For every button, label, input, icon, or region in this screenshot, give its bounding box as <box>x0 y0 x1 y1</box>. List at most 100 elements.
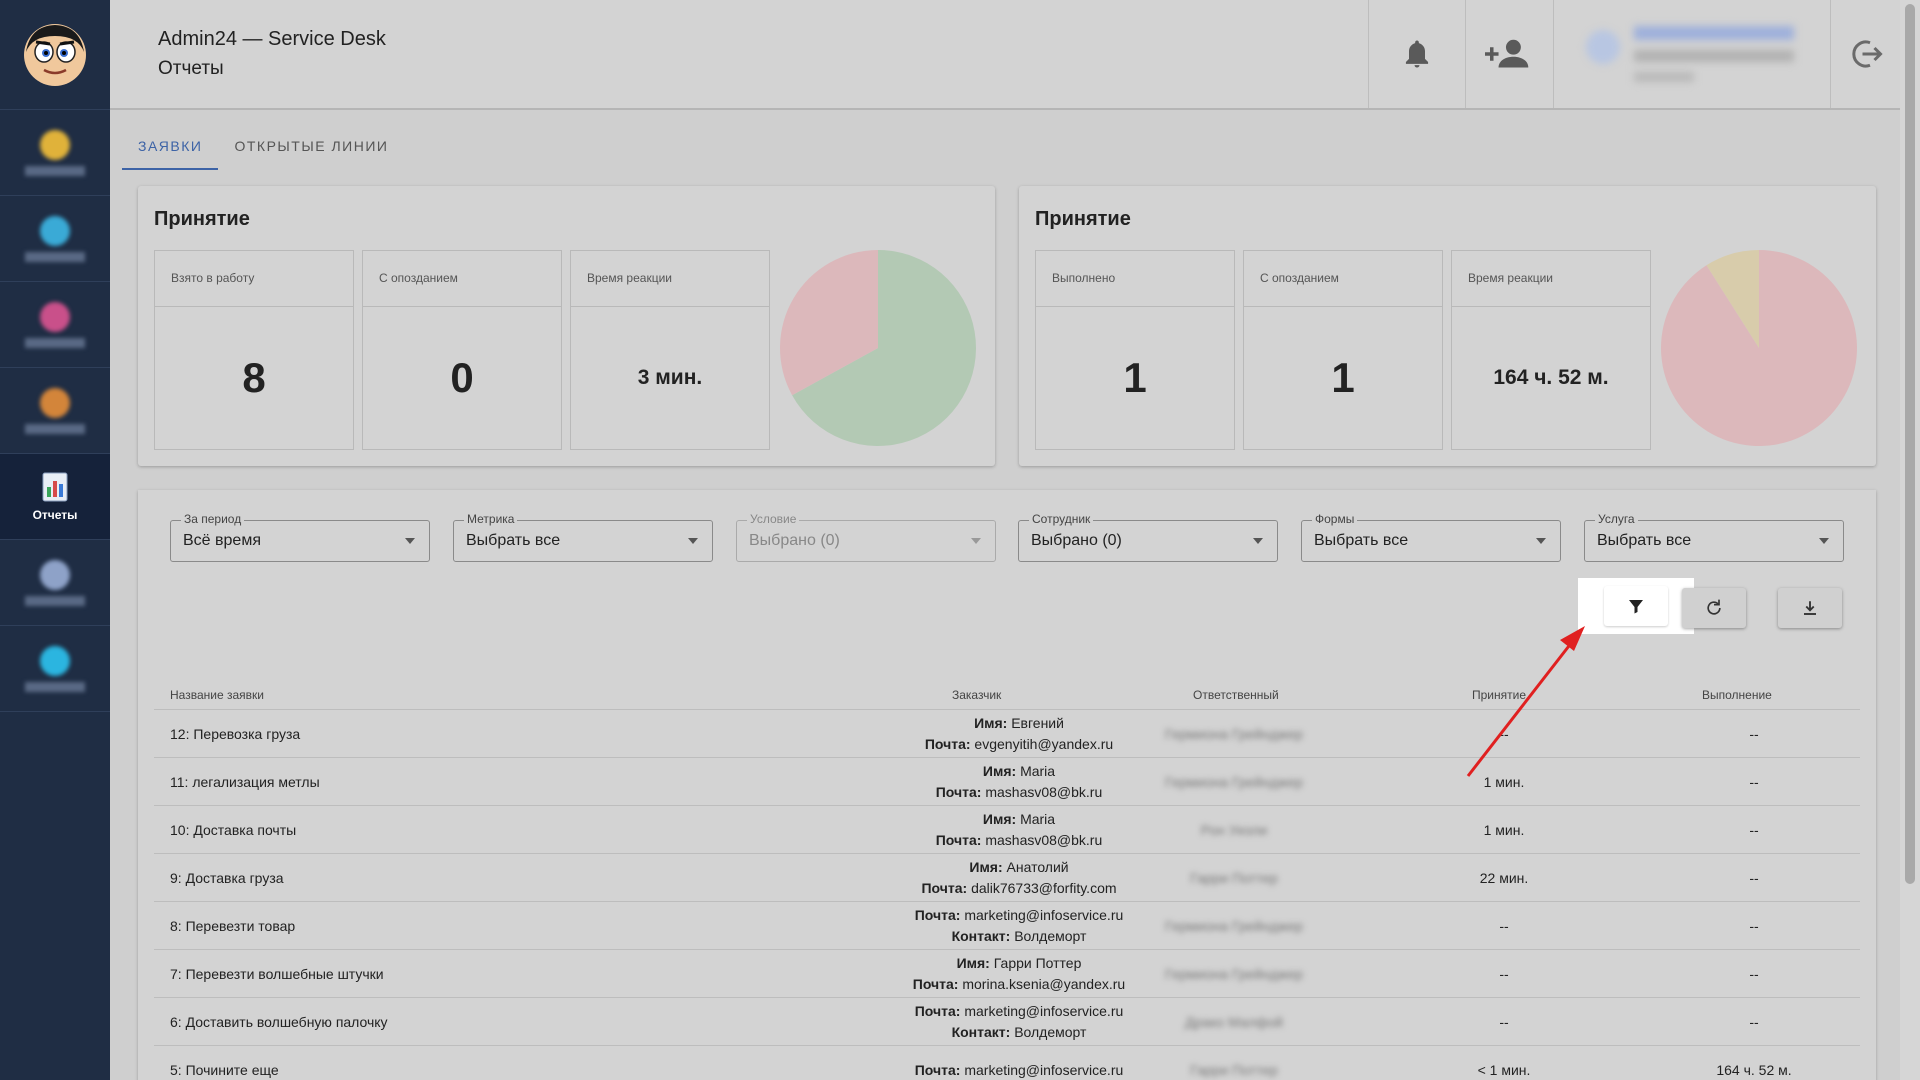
period-label: За период <box>181 512 245 526</box>
customer-value: marketing@infoservice.ru <box>964 1003 1124 1019</box>
request-name[interactable]: 9: Доставка груза <box>170 854 284 902</box>
request-name[interactable]: 6: Доставить волшебную палочку <box>170 998 388 1046</box>
customer-key: Почта: <box>935 832 982 848</box>
sidebar-item-4[interactable] <box>0 368 110 454</box>
request-name[interactable]: 7: Перевезти волшебные штучки <box>170 950 384 998</box>
stat-label: Время реакции <box>1452 251 1650 307</box>
filter-button[interactable] <box>1604 586 1668 626</box>
table-row[interactable]: 6: Доставить волшебную палочку Почта: mar… <box>154 998 1860 1046</box>
download-icon <box>1804 601 1816 615</box>
customer-value: mashasv08@bk.ru <box>985 832 1103 848</box>
request-name[interactable]: 8: Перевезти товар <box>170 902 295 950</box>
sidebar-item-1[interactable] <box>0 110 110 196</box>
customer-line-1: Почта: marketing@infoservice.ru <box>915 1001 1124 1022</box>
customer-line-1: Почта: marketing@infoservice.ru <box>915 1060 1124 1080</box>
refresh-button[interactable] <box>1682 588 1746 628</box>
done-time: -- <box>1749 870 1759 886</box>
sidebar-item-7[interactable] <box>0 626 110 712</box>
col-customer[interactable]: Заказчик <box>952 688 1001 702</box>
request-name[interactable]: 10: Доставка почты <box>170 806 296 854</box>
top-header: Admin24 — Service Desk Отчеты <box>110 0 1900 110</box>
scrollbar-thumb[interactable] <box>1905 4 1915 884</box>
pie-chart <box>1661 250 1857 446</box>
customer-line-1: Имя: Гарри Поттер <box>957 953 1082 974</box>
period-select[interactable]: За период Всё время <box>170 512 430 562</box>
customer-value: morina.ksenia@yandex.ru <box>962 976 1126 992</box>
refresh-icon <box>1707 599 1721 615</box>
add-user-icon <box>1485 39 1529 68</box>
stat-value: 1 <box>1331 354 1355 401</box>
request-name[interactable]: 5: Почините еще <box>170 1046 279 1080</box>
sidebar-item-label: Отчеты <box>32 507 78 522</box>
customer-value: marketing@infoservice.ru <box>964 1061 1124 1078</box>
employee-select[interactable]: Сотрудник Выбрано (0) <box>1018 512 1278 562</box>
customer-value: Maria <box>1020 811 1056 827</box>
customer-value: Волдеморт <box>1014 1024 1087 1040</box>
stat-label: С опозданием <box>1244 251 1442 307</box>
done-time: -- <box>1749 918 1759 934</box>
logout-icon <box>1852 40 1883 68</box>
chevron-down-icon <box>971 538 981 544</box>
period-value: Всё время <box>183 532 261 549</box>
filter-icon <box>1629 600 1643 614</box>
app-title: Admin24 — Service Desk <box>158 28 386 50</box>
request-name[interactable]: 12: Перевозка груза <box>170 710 300 758</box>
customer-key: Имя: <box>956 955 990 971</box>
stats-card-accept: Принятие Взято в работу 8 С опозданием 0… <box>138 186 995 466</box>
sidebar-item-6[interactable] <box>0 540 110 626</box>
report-filters-and-table: За период Всё время Метрика Выбрать все … <box>138 490 1876 1080</box>
app-logo[interactable] <box>0 0 110 110</box>
table-row[interactable]: 12: Перевозка груза Имя: Евгений Почта: ev… <box>154 710 1860 758</box>
tab-open-lines[interactable]: Открытые линии <box>218 126 404 170</box>
table-row[interactable]: 8: Перевезти товар Почта: marketing@infos… <box>154 902 1860 950</box>
service-select[interactable]: Услуга Выбрать все <box>1584 512 1844 562</box>
responsible: Драко Малфой <box>1185 1014 1283 1030</box>
customer-key: Почта: <box>914 1061 961 1078</box>
customer-key: Имя: <box>974 715 1008 731</box>
customer-line-2: Почта: mashasv08@bk.ru <box>936 782 1103 803</box>
table-row[interactable]: 10: Доставка почты Имя: Maria Почта: masha… <box>154 806 1860 854</box>
forms-select[interactable]: Формы Выбрать все <box>1301 512 1561 562</box>
accept-time: 1 мин. <box>1483 822 1525 838</box>
col-responsible[interactable]: Ответственный <box>1193 688 1279 702</box>
customer-key: Почта: <box>921 880 968 896</box>
metric-select[interactable]: Метрика Выбрать все <box>453 512 713 562</box>
request-name[interactable]: 11: легализация метлы <box>170 758 320 806</box>
responsible: Рон Уизли <box>1200 822 1268 838</box>
user-profile[interactable] <box>1586 22 1806 88</box>
chevron-down-icon <box>1253 538 1263 544</box>
customer-key: Почта: <box>935 784 982 800</box>
col-name[interactable]: Название заявки <box>170 688 264 702</box>
table-row[interactable]: 11: легализация метлы Имя: Maria Почта: ma… <box>154 758 1860 806</box>
customer-value: mashasv08@bk.ru <box>985 784 1103 800</box>
download-button[interactable] <box>1778 588 1842 628</box>
customer-key: Имя: <box>982 811 1017 827</box>
page-title: Отчеты <box>158 58 224 79</box>
notifications-button[interactable] <box>1393 30 1441 78</box>
responsible: Гарри Поттер <box>1190 1062 1278 1078</box>
page-scrollbar[interactable] <box>1900 0 1920 1080</box>
stat-label: Время реакции <box>571 251 769 307</box>
logout-button[interactable] <box>1843 30 1891 78</box>
table-row[interactable]: 5: Почините еще Почта: marketing@infoserv… <box>154 1046 1860 1080</box>
chevron-down-icon <box>405 538 415 544</box>
add-user-button[interactable] <box>1484 30 1532 78</box>
sidebar-item-2[interactable] <box>0 196 110 282</box>
service-label: Услуга <box>1595 512 1638 526</box>
tab-requests[interactable]: Заявки <box>122 126 219 170</box>
col-done[interactable]: Выполнение <box>1702 688 1772 702</box>
sidebar: Отчеты <box>0 0 110 1080</box>
col-accept[interactable]: Принятие <box>1472 688 1526 702</box>
sidebar-item-3[interactable] <box>0 282 110 368</box>
table-row[interactable]: 7: Перевезти волшебные штучки Имя: Гарри … <box>154 950 1860 998</box>
accept-time: 1 мин. <box>1483 774 1525 790</box>
customer-key: Почта: <box>914 1003 961 1019</box>
employee-label: Сотрудник <box>1029 512 1094 526</box>
header-divider <box>1553 0 1554 108</box>
customer-line-1: Имя: Maria <box>983 809 1055 830</box>
responsible: Гермиона Грейнджер <box>1165 726 1303 742</box>
table-row[interactable]: 9: Доставка груза Имя: Анатолий Почта: dal… <box>154 854 1860 902</box>
chevron-down-icon <box>688 538 698 544</box>
stat-label: С опозданием <box>363 251 561 307</box>
sidebar-item-reports[interactable]: Отчеты <box>0 454 110 540</box>
